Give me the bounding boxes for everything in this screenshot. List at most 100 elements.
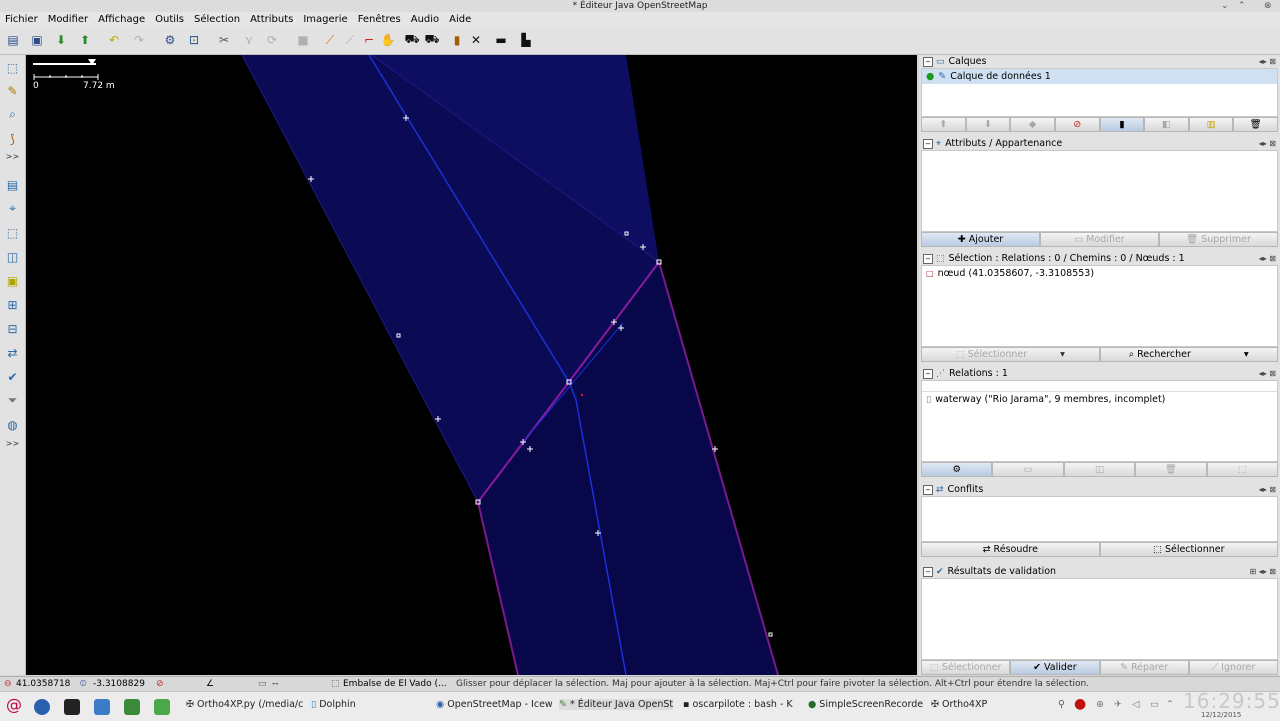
draw-tool-icon[interactable]: ✎	[3, 81, 22, 100]
move-up-button[interactable]: ⬆	[921, 117, 966, 132]
railway-icon[interactable]: ▬	[492, 31, 510, 49]
add-tag-button[interactable]: ✚ Ajouter	[921, 232, 1040, 247]
align-line-icon[interactable]: ⟋	[341, 31, 359, 49]
validation-select-button[interactable]: ⬚ Sélectionner	[921, 660, 1011, 675]
history-icon[interactable]: ⊟	[3, 319, 22, 338]
collapse-icon[interactable]: −	[923, 253, 933, 264]
new-file-icon[interactable]: ▤	[4, 31, 22, 49]
validate-button[interactable]: ✔ Valider	[1010, 660, 1100, 675]
task-dolphin[interactable]: ▯ Dolphin	[311, 699, 356, 710]
commands-icon[interactable]: ⊞	[3, 295, 22, 314]
volume-icon[interactable]: ◁	[1132, 699, 1139, 710]
files-launcher[interactable]	[94, 699, 110, 715]
car-icon[interactable]: ⛟	[403, 31, 421, 49]
menu-help[interactable]: Aide	[444, 12, 476, 28]
merge-button[interactable]: ◧	[1144, 117, 1189, 132]
josm-launcher[interactable]	[154, 699, 170, 715]
task-openstreetmap[interactable]: ◉ OpenStreetMap - Icew	[436, 699, 553, 710]
zoom-selection-icon[interactable]: ⊡	[185, 31, 203, 49]
map-paint-icon[interactable]: ◍	[3, 415, 22, 434]
modify-tag-button[interactable]: ▭ Modifier	[1040, 232, 1159, 247]
resolve-button[interactable]: ⇄ Résoudre	[921, 542, 1100, 557]
zoom-tool-icon[interactable]: ⌕	[3, 105, 22, 124]
debian-menu-icon[interactable]: @	[6, 695, 22, 714]
orthogonalize-icon[interactable]: ⌐	[360, 31, 378, 49]
select-button[interactable]: ⬚ Sélectionner ▾	[921, 347, 1100, 362]
author-icon[interactable]: ▣	[3, 271, 22, 290]
layers-toggle-icon[interactable]: ▤	[3, 175, 22, 194]
collapse-icon[interactable]: −	[923, 368, 933, 379]
preferences-icon[interactable]: ⚙	[161, 31, 179, 49]
cross-icon[interactable]: ✕	[467, 31, 485, 49]
more-tools-icon[interactable]: >>	[3, 151, 22, 161]
layer-row[interactable]: ● ✎ Calque de données 1	[922, 69, 1277, 84]
improve-way-icon[interactable]: ⟆	[3, 129, 22, 148]
close-icon[interactable]: ⊗	[1264, 0, 1272, 12]
collapse-icon[interactable]: −	[923, 56, 933, 67]
activate-button[interactable]: ◆	[1010, 117, 1055, 132]
ignore-button[interactable]: ⟋ Ignorer	[1188, 660, 1278, 675]
dock-close-icon[interactable]: ◂▸ ⊠	[1259, 57, 1276, 66]
chevron-down-icon[interactable]: ▾	[1060, 349, 1065, 360]
align-circle-icon[interactable]: ⟋	[321, 31, 339, 49]
minimize-icon[interactable]: ⌄	[1221, 0, 1229, 12]
menu-imagery[interactable]: Imagerie	[298, 12, 352, 28]
bus-icon[interactable]: ⛟	[423, 31, 441, 49]
more-dialogs-icon[interactable]: >>	[3, 438, 22, 448]
battery-icon[interactable]: ▭	[1150, 699, 1159, 710]
hand-icon[interactable]: ✋	[379, 31, 397, 49]
map-canvas[interactable]	[26, 55, 917, 675]
factory-icon[interactable]: ▙	[517, 31, 535, 49]
menu-presets[interactable]: Attributs	[245, 12, 298, 28]
dock-close-icon[interactable]: ⊞ ◂▸ ⊠	[1249, 567, 1276, 576]
tray-icon[interactable]: ⚲	[1058, 699, 1065, 710]
duplicate-button[interactable]: ▥	[1188, 117, 1234, 132]
firefox-launcher[interactable]	[34, 699, 50, 715]
reverse-way-icon[interactable]: ⟳	[263, 31, 281, 49]
dock-close-icon[interactable]: ◂▸ ⊠	[1259, 254, 1276, 263]
list-item[interactable]: ▯ waterway ("Rio Jarama", 9 membres, inc…	[922, 392, 1277, 407]
menu-file[interactable]: Fichier	[0, 12, 43, 28]
add-relation-button[interactable]: ⚙	[921, 462, 993, 477]
terminal-launcher[interactable]	[64, 699, 80, 715]
collapse-icon[interactable]: −	[923, 566, 933, 577]
filter-icon[interactable]: ⏷	[3, 391, 22, 410]
menu-selection[interactable]: Sélection	[189, 12, 245, 28]
dock-close-icon[interactable]: ◂▸ ⊠	[1259, 139, 1276, 148]
maximize-icon[interactable]: ⌃	[1238, 0, 1246, 12]
validation-toggle-icon[interactable]: ✔	[3, 367, 22, 386]
task-josm[interactable]: ✎ * Éditeur Java OpenSt	[559, 699, 674, 710]
task-screen-recorder[interactable]: ● SimpleScreenRecorde	[808, 699, 923, 710]
conflict-select-button[interactable]: ⬚ Sélectionner	[1099, 542, 1278, 557]
relation-filter[interactable]	[922, 381, 1277, 392]
node[interactable]	[768, 632, 773, 637]
menu-tools[interactable]: Outils	[150, 12, 189, 28]
split-way-icon[interactable]: ✂	[215, 31, 233, 49]
move-down-button[interactable]: ⬇	[965, 117, 1011, 132]
duplicate-relation-button[interactable]: ◫	[1063, 462, 1136, 477]
select-relation-button[interactable]: ⬚	[1206, 462, 1279, 477]
task-ortho4xp[interactable]: ✠ Ortho4XP	[931, 699, 987, 710]
opacity-button[interactable]: ▮	[1099, 117, 1145, 132]
edit-relation-button[interactable]: ▭	[992, 462, 1064, 477]
network-icon[interactable]: ✈	[1114, 699, 1122, 710]
selection-toggle-icon[interactable]: ⬚	[3, 223, 22, 242]
fix-button[interactable]: ✎ Réparer	[1099, 660, 1189, 675]
delete-tag-button[interactable]: 🗑 Supprimer	[1159, 232, 1278, 247]
merge-nodes-icon[interactable]: ■	[294, 31, 312, 49]
select-tool-icon[interactable]: ⬚	[3, 58, 22, 77]
task-ortho4xp-py[interactable]: ✠ Ortho4XP.py (/media/c	[186, 699, 303, 710]
delete-layer-button[interactable]: 🗑	[1233, 117, 1278, 132]
inkscape-launcher[interactable]	[124, 699, 140, 715]
search-button[interactable]: ⌕ Rechercher ▾	[1099, 347, 1278, 362]
redo-icon[interactable]: ↷	[130, 31, 148, 49]
open-file-icon[interactable]: ▣	[28, 31, 46, 49]
menu-edit[interactable]: Modifier	[43, 12, 93, 28]
combine-way-icon[interactable]: ⋎	[240, 31, 258, 49]
menu-view[interactable]: Affichage	[93, 12, 150, 28]
dock-close-icon[interactable]: ◂▸ ⊠	[1259, 369, 1276, 378]
delete-relation-button[interactable]: 🗑	[1135, 462, 1207, 477]
collapse-icon[interactable]: −	[923, 138, 933, 149]
building-icon[interactable]: ▮	[448, 31, 466, 49]
dock-close-icon[interactable]: ◂▸ ⊠	[1259, 485, 1276, 494]
